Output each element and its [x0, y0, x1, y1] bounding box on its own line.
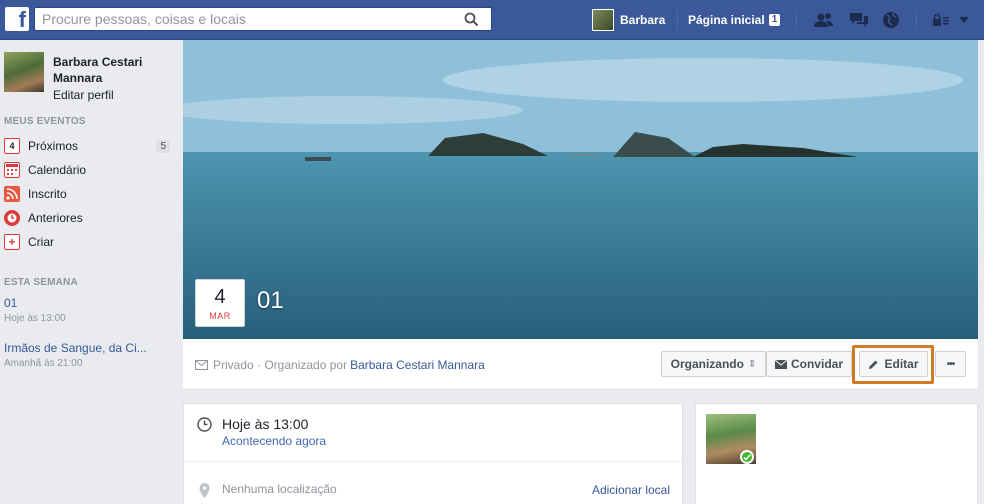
week-event-time: Hoje às 13:00 — [4, 313, 66, 324]
week-event-title: 01 — [4, 296, 18, 310]
friend-requests-button[interactable] — [813, 10, 835, 30]
sidebar-item-subscribed[interactable]: Inscrito — [4, 184, 170, 204]
organizer-link[interactable]: Barbara Cestari Mannara — [350, 358, 485, 372]
this-week-heading: ESTA SEMANA — [4, 277, 78, 288]
more-options-button[interactable]: ••• — [935, 351, 966, 377]
event-details-card: Hoje às 13:00 Acontecendo agora Nenhuma … — [183, 403, 683, 504]
lock-icon — [933, 13, 949, 26]
invite-button[interactable]: Convidar — [766, 351, 852, 377]
event-location-row: Nenhuma localização — [196, 482, 337, 498]
upcoming-count-badge: 5 — [156, 139, 170, 153]
search-bar — [34, 7, 492, 31]
edit-button-highlight — [852, 345, 934, 384]
profile-link[interactable]: Barbara — [592, 0, 665, 40]
account-menu-button[interactable] — [956, 10, 972, 30]
avatar — [592, 9, 614, 31]
event-status: Acontecendo agora — [222, 434, 327, 448]
sidebar-item-label: Inscrito — [28, 187, 67, 201]
more-icon: ••• — [946, 358, 955, 370]
divider — [916, 10, 917, 30]
calendar-day-icon: 4 — [4, 138, 20, 154]
event-date-day: 4 — [214, 286, 226, 308]
facebook-logo[interactable]: f — [5, 7, 29, 32]
facebook-logo-letter: f — [18, 7, 26, 32]
home-link[interactable]: Página inicial 1 — [688, 0, 781, 40]
search-icon — [464, 12, 478, 26]
clock-icon — [196, 416, 212, 432]
event-privacy-info: Privado · Organizado por Barbara Cestari… — [195, 358, 485, 372]
messages-button[interactable] — [848, 10, 870, 30]
sidebar-item-calendar[interactable]: Calendário — [4, 160, 170, 180]
envelope-icon — [774, 359, 787, 369]
divider — [184, 461, 682, 462]
profile-link-label: Barbara — [620, 13, 666, 27]
week-event-item[interactable]: Irmãos de Sangue, da Ci... Amanhã às 21:… — [4, 341, 147, 369]
week-event-item[interactable]: 01 Hoje às 13:00 — [4, 296, 66, 324]
sidebar-item-label: Anteriores — [28, 211, 83, 225]
top-navigation-bar: f Barbara Página inicial 1 — [0, 0, 984, 40]
cover-landscape — [183, 40, 978, 339]
rss-feed-icon — [4, 186, 20, 202]
notifications-button[interactable] — [880, 10, 902, 30]
event-time-row: Hoje às 13:00 Acontecendo agora — [196, 416, 326, 448]
clock-icon — [4, 210, 20, 226]
profile-picture[interactable] — [4, 52, 44, 92]
event-title: 01 — [257, 287, 284, 314]
sidebar-item-past[interactable]: Anteriores — [4, 208, 170, 228]
sidebar-item-create[interactable]: + Criar — [4, 232, 170, 252]
add-location-link[interactable]: Adicionar local — [592, 483, 670, 497]
my-events-heading: MEUS EVENTOS — [4, 116, 86, 127]
privacy-label: Privado · Organizado por — [213, 358, 348, 372]
invite-label: Convidar — [790, 357, 843, 371]
friends-icon — [814, 13, 833, 27]
sidebar-item-label: Criar — [28, 235, 54, 249]
globe-icon — [883, 12, 899, 28]
envelope-icon — [195, 360, 208, 370]
organizing-label: Organizando — [670, 357, 744, 371]
sidebar-item-label: Próximos — [28, 139, 79, 153]
home-link-label: Página inicial — [688, 13, 765, 27]
calendar-icon — [4, 162, 20, 178]
week-event-time: Amanhã às 21:00 — [4, 358, 83, 369]
profile-name[interactable]: Barbara Cestari Mannara — [53, 54, 173, 86]
up-down-arrow-icon: ⇕ — [747, 358, 757, 370]
event-date-badge: 4 MAR — [195, 279, 245, 327]
event-time: Hoje às 13:00 — [222, 416, 309, 432]
sidebar-item-upcoming[interactable]: 4 Próximos 5 — [4, 136, 170, 156]
event-cover-photo[interactable] — [183, 40, 978, 339]
search-button[interactable] — [451, 8, 491, 30]
home-count-badge: 1 — [768, 14, 781, 26]
search-input[interactable] — [35, 8, 455, 30]
caret-down-icon — [959, 17, 969, 23]
divider — [796, 10, 797, 30]
privacy-shortcuts-button[interactable] — [930, 10, 952, 30]
event-location: Nenhuma localização — [222, 482, 337, 496]
going-check-icon — [740, 450, 754, 464]
sidebar-item-label: Calendário — [28, 163, 87, 177]
map-pin-icon — [196, 482, 212, 498]
divider — [677, 10, 678, 30]
organizing-button[interactable]: Organizando ⇕ — [661, 351, 766, 377]
messages-icon — [850, 13, 868, 27]
create-event-icon: + — [4, 234, 20, 250]
event-date-month: MAR — [209, 311, 231, 321]
edit-profile-link[interactable]: Editar perfil — [53, 88, 114, 102]
week-event-title: Irmãos de Sangue, da Ci... — [4, 341, 147, 355]
